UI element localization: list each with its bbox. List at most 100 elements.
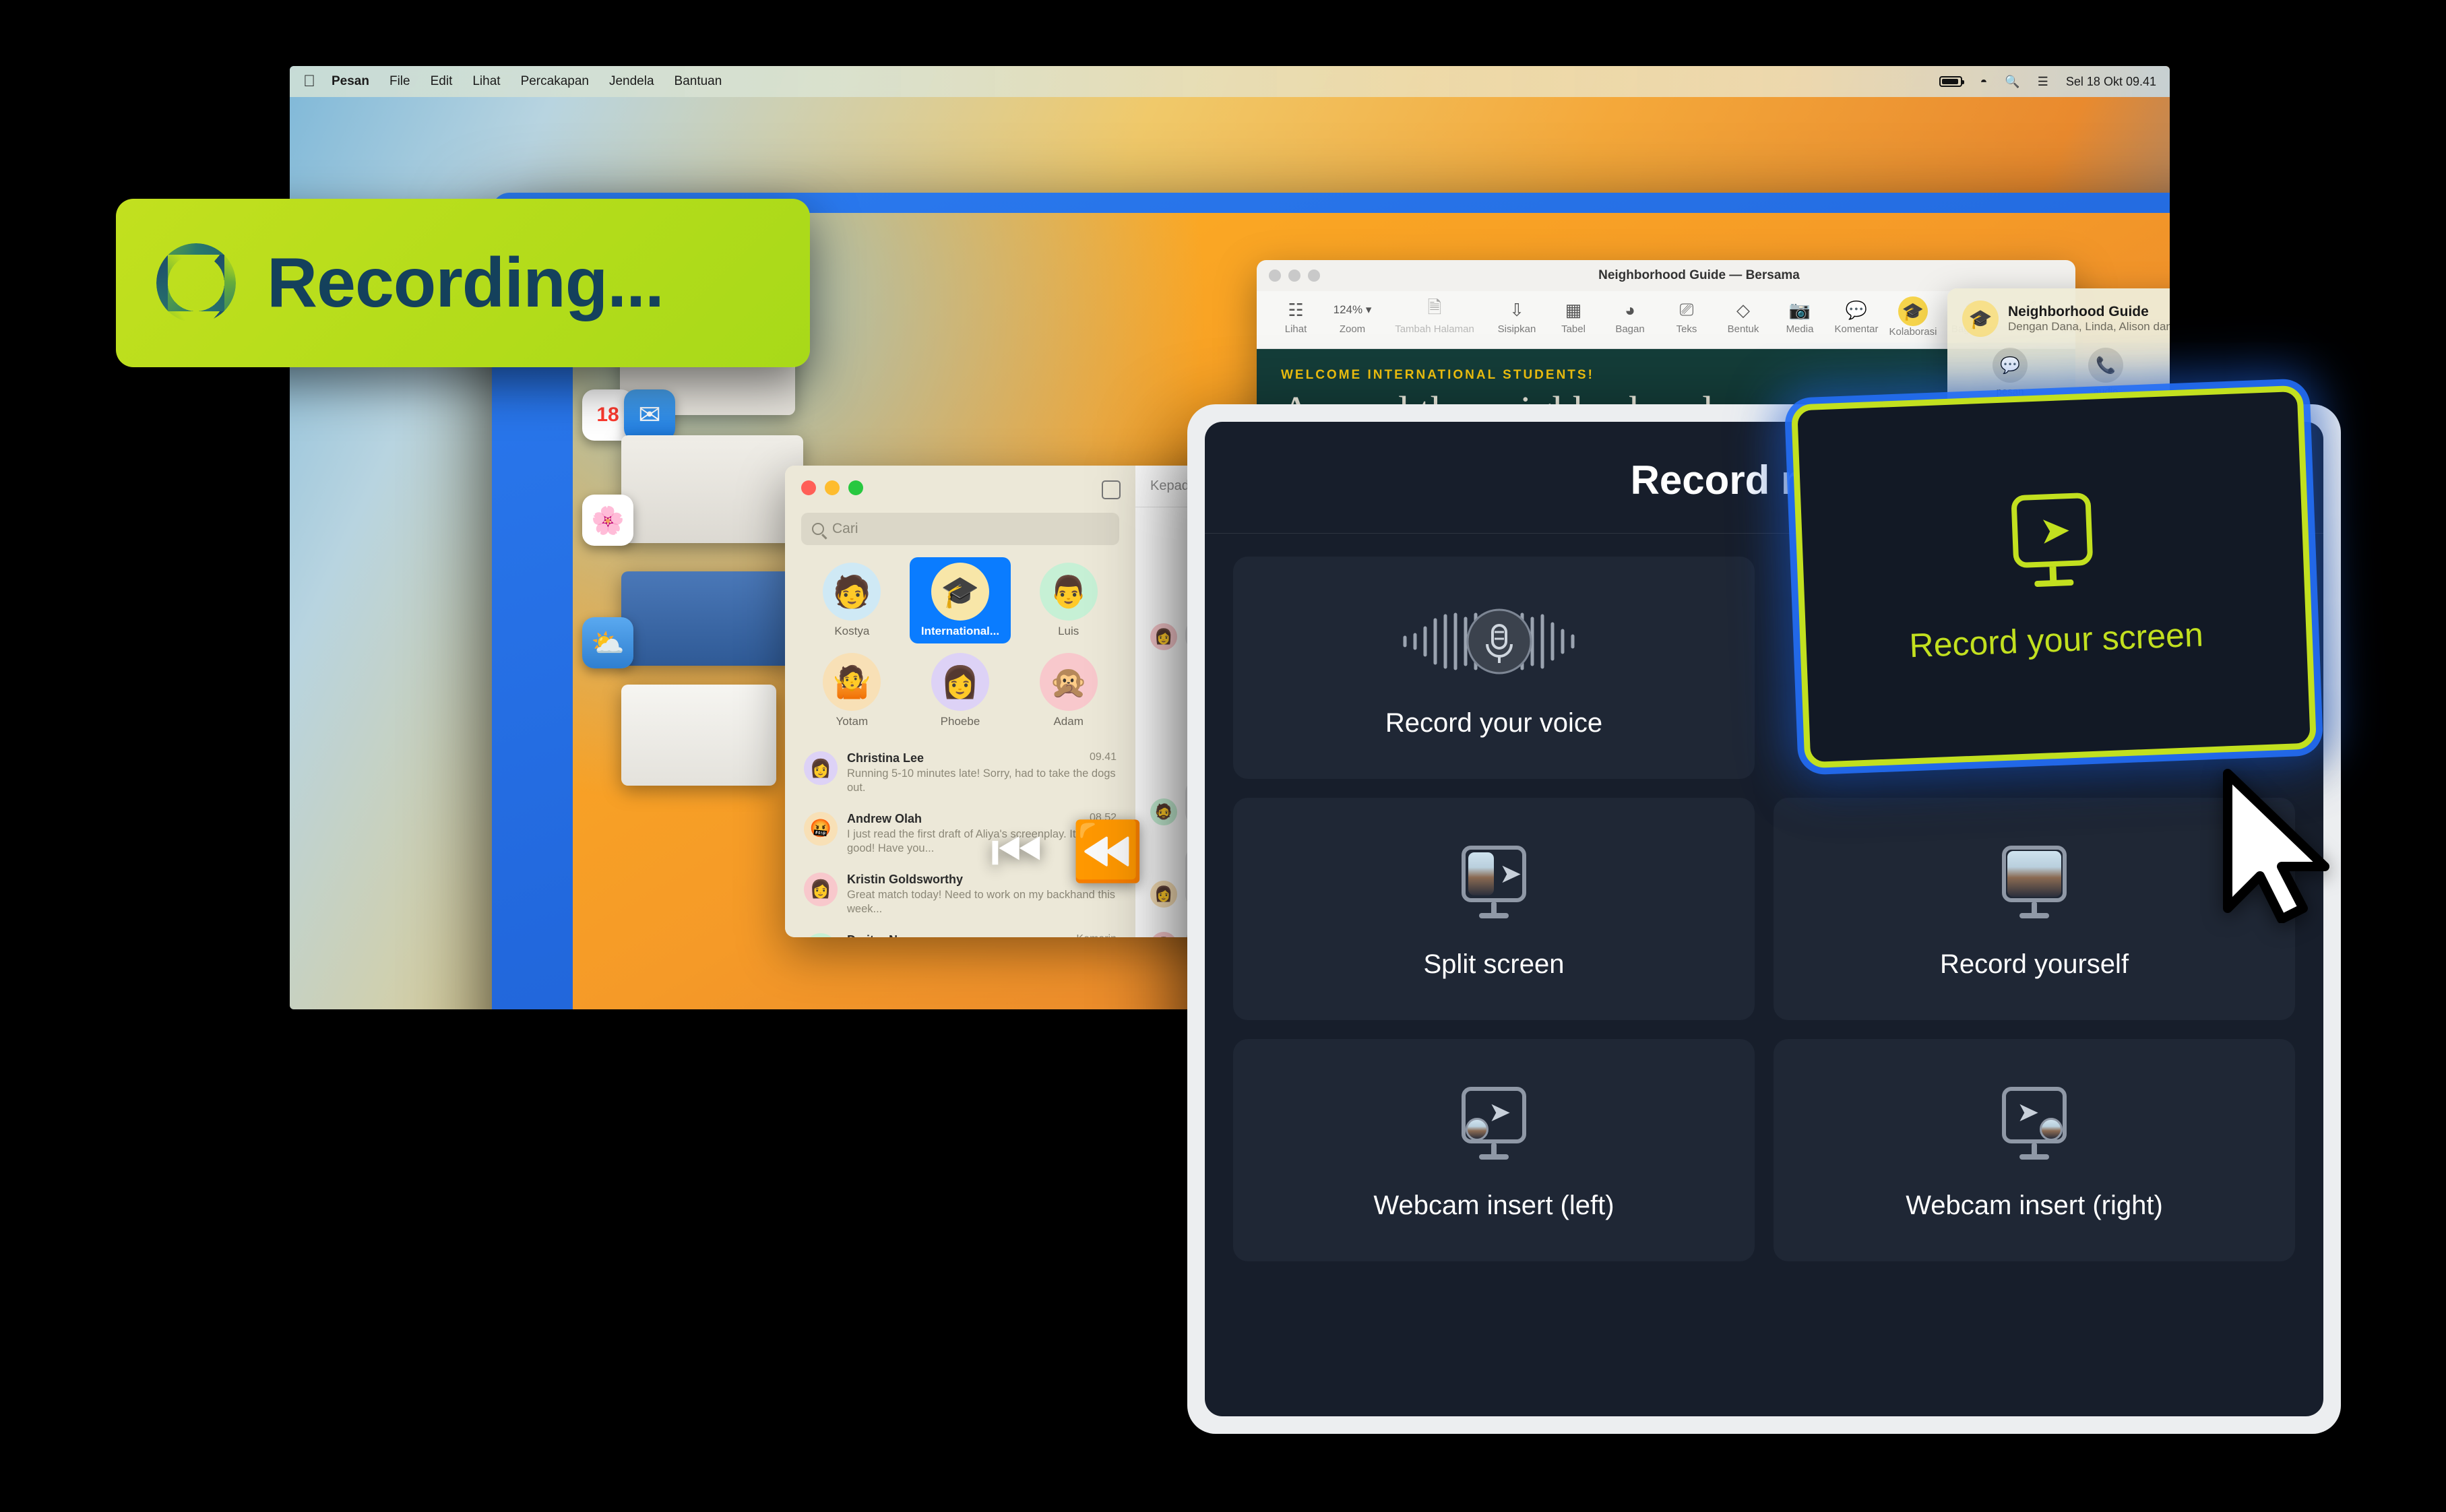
avatar: 👩 [804, 872, 838, 906]
window-controls[interactable] [801, 480, 1119, 495]
option-record-your-voice[interactable]: Record your voice [1233, 557, 1755, 779]
window-controls[interactable] [1269, 270, 1320, 282]
search-placeholder: Cari [832, 521, 858, 536]
search-input[interactable]: Cari [801, 513, 1119, 545]
zoom-chevron-icon: 124% ▾ [1333, 303, 1372, 316]
list-item[interactable]: 👩 Christina Lee 09.41 Running 5-10 minut… [801, 743, 1119, 804]
macos-menubar:  Pesan File Edit Lihat Percakapan Jende… [290, 66, 2170, 97]
recording-label: Recording... [267, 243, 664, 322]
conversation-preview: Great match today! Need to work on my ba… [847, 888, 1116, 916]
mail-icon[interactable]: ✉ [624, 389, 675, 441]
pinned-label: Yotam [836, 715, 869, 728]
pages-window-title: Neighborhood Guide — Bersama [1598, 268, 1800, 282]
maximize-button[interactable] [848, 480, 863, 495]
pinned-item-yotam[interactable]: 🤷 Yotam [801, 648, 903, 734]
option-label: Record your voice [1385, 707, 1603, 738]
conversation-time: 09.41 [1089, 751, 1117, 763]
comment-icon: 💬 [1845, 299, 1868, 320]
toolbar-kolaborasi[interactable]: 🎓 Kolaborasi [1885, 296, 1941, 338]
pinned-item-international[interactable]: 🎓 International... [909, 557, 1011, 643]
toolbar-komentar[interactable]: 💬 Komentar [1828, 296, 1885, 336]
menu-item-bantuan[interactable]: Bantuan [675, 74, 722, 89]
toolbar-label: Kolaborasi [1889, 326, 1937, 338]
toolbar-label: Teks [1676, 323, 1697, 335]
toolbar-lihat[interactable]: ☷ Lihat [1267, 296, 1324, 336]
weather-icon[interactable]: ⛅ [582, 617, 633, 668]
message-bubble-icon: 💬 [1993, 348, 2028, 383]
collaborate-icon: 🎓 [1898, 296, 1928, 326]
avatar: 👩 [804, 751, 838, 785]
table-icon: ▦ [1565, 299, 1582, 320]
media-icon: 📷 [1788, 299, 1811, 320]
toolbar-teks[interactable]: ⎚ Teks [1658, 296, 1715, 335]
conversation-name: Andrew Olah [847, 811, 922, 825]
toolbar-tambah-halaman[interactable]: 🗎 Tambah Halaman [1381, 296, 1488, 335]
menu-item-edit[interactable]: Edit [431, 74, 453, 89]
avatar: 🤬 [804, 811, 838, 846]
wifi-icon[interactable]: ◓ [1980, 75, 1987, 89]
menu-item-jendela[interactable]: Jendela [609, 74, 654, 89]
minimize-button[interactable] [825, 480, 840, 495]
conversation-time: Kemarin [1076, 933, 1117, 937]
text-icon: ⎚ [1679, 299, 1694, 319]
add-page-icon: 🗎 [1427, 297, 1442, 317]
control-center-icon[interactable]: ☰ [2038, 75, 2048, 89]
avatar: 🎓 [931, 563, 989, 621]
toolbar-label: Bentuk [1727, 323, 1759, 335]
avatar: 👨 [1039, 563, 1098, 621]
collab-action-audio[interactable]: 📞 audio [2088, 348, 2123, 398]
avatar: 🧑 [823, 563, 881, 621]
photos-icon[interactable]: 🌸 [582, 495, 633, 546]
pinned-item-phoebe[interactable]: 👩 Phoebe [910, 648, 1011, 734]
compose-icon[interactable] [1102, 480, 1121, 499]
toolbar-bagan[interactable]: ◕ Bagan [1602, 296, 1658, 336]
toolbar-tabel[interactable]: ▦ Tabel [1545, 296, 1602, 336]
collab-subtitle: Dengan Dana, Linda, Alison dan Michael [2008, 320, 2170, 333]
avatar: 🙊 [1039, 653, 1098, 711]
option-record-your-screen[interactable]: ➤ Record your screen [1790, 385, 2317, 769]
apple-icon[interactable]:  [303, 73, 315, 90]
menu-item-lihat[interactable]: Lihat [472, 74, 500, 89]
avatar: 🤷 [823, 653, 881, 711]
menubar-clock[interactable]: Sel 18 Okt 09.41 [2066, 75, 2156, 89]
option-label: Webcam insert (right) [1906, 1190, 2163, 1220]
avatar: 👩 [1150, 623, 1177, 651]
pinned-label: Phoebe [940, 715, 980, 728]
stack-window-weather [621, 571, 793, 666]
skip-to-start-icon[interactable]: ⏮ [991, 823, 1042, 881]
collab-action-pesan[interactable]: 💬 pesan [1993, 348, 2028, 398]
avatar: 👩 [1150, 932, 1177, 937]
option-split-screen[interactable]: ➤ Split screen [1233, 798, 1755, 1020]
list-item[interactable]: 🧔 Dmitry Nemec Kemarin Are you up for lu… [801, 925, 1119, 937]
arrow-cursor-icon [2223, 769, 2329, 923]
collab-doc-icon: 🎓 [1962, 301, 1999, 337]
avatar: 🧔 [804, 933, 838, 937]
toolbar-zoom[interactable]: 124% ▾ Zoom [1324, 296, 1381, 335]
recording-badge: Recording... [116, 199, 810, 367]
battery-icon[interactable] [1939, 76, 1965, 87]
menu-item-file[interactable]: File [389, 74, 410, 89]
toolbar-bentuk[interactable]: ◇ Bentuk [1715, 296, 1771, 336]
close-button[interactable] [801, 480, 816, 495]
chart-icon: ◕ [1625, 299, 1635, 320]
menu-item-pesan[interactable]: Pesan [332, 74, 369, 89]
conversation-name: Dmitry Nemec [847, 933, 929, 937]
pinned-conversations: 🧑 Kostya 🎓 International... 👨 Luis 🤷 Yot… [801, 557, 1119, 734]
search-icon[interactable]: 🔍 [2005, 75, 2019, 89]
toolbar-sisipkan[interactable]: ⇩ Sisipkan [1488, 296, 1545, 336]
option-webcam-insert-left[interactable]: ➤ Webcam insert (left) [1233, 1039, 1755, 1261]
menu-item-percakapan[interactable]: Percakapan [521, 74, 589, 89]
conversation-preview: Running 5-10 minutes late! Sorry, had to… [847, 767, 1116, 794]
pinned-label: Adam [1053, 715, 1084, 728]
screenshot-root:  Pesan File Edit Lihat Percakapan Jende… [0, 0, 2446, 1512]
toolbar-media[interactable]: 📷 Media [1771, 296, 1828, 336]
stack-window-notes [621, 685, 776, 786]
pinned-item-adam[interactable]: 🙊 Adam [1017, 648, 1119, 734]
pinned-item-kostya[interactable]: 🧑 Kostya [801, 557, 903, 643]
pinned-item-luis[interactable]: 👨 Luis [1017, 557, 1119, 643]
rewind-icon[interactable]: ⏪ [1071, 823, 1143, 881]
option-label: Record your screen [1908, 615, 2204, 665]
option-webcam-insert-right[interactable]: ➤ Webcam insert (right) [1774, 1039, 2295, 1261]
option-label: Webcam insert (left) [1373, 1190, 1614, 1220]
option-label: Record yourself [1939, 949, 2129, 979]
